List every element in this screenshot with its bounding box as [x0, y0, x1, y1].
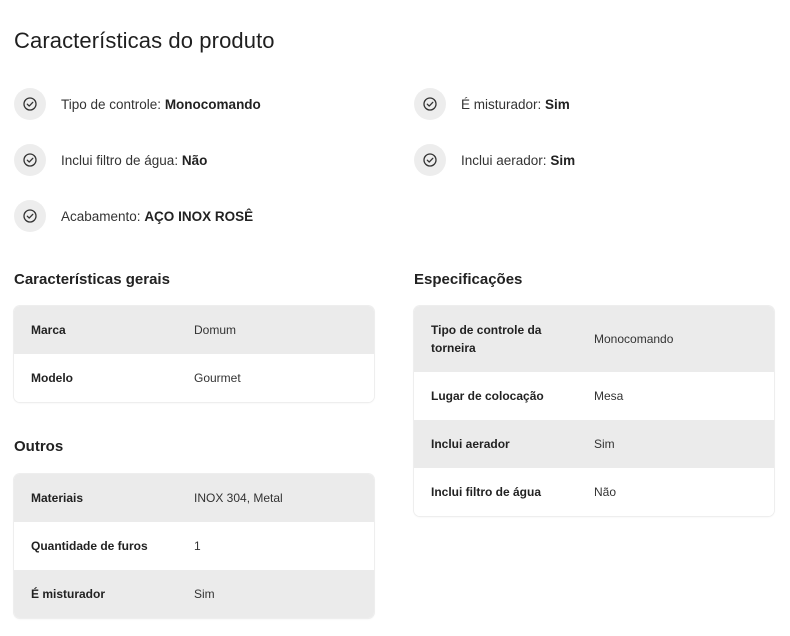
highlight-value: Não [181, 152, 208, 168]
row-key: Inclui aerador [431, 437, 510, 451]
highlight-label: Acabamento: [61, 208, 145, 224]
table-row: Tipo de controle da torneira Monocomando [414, 306, 774, 372]
row-value: Sim [594, 437, 615, 451]
check-circle-icon [414, 144, 446, 176]
check-circle-icon [14, 144, 46, 176]
row-value: Sim [194, 587, 215, 601]
section-title-gerais: Características gerais [14, 271, 170, 288]
highlight-label: É misturador: [461, 96, 546, 112]
specs-table-especificacoes: Tipo de controle da torneira Monocomando… [414, 306, 774, 516]
page-title: Características do produto [14, 28, 275, 53]
highlight-text: É misturador: Sim [461, 97, 570, 112]
highlight-text: Acabamento: AÇO INOX ROSÊ [61, 209, 253, 224]
row-key: É misturador [31, 587, 106, 601]
check-circle-icon [14, 200, 46, 232]
highlight-text: Inclui filtro de água: Não [61, 153, 207, 168]
row-key: Marca [31, 323, 66, 337]
check-circle-icon [414, 88, 446, 120]
row-value: Domum [194, 323, 237, 337]
row-key: Materiais [31, 491, 84, 505]
row-value: Gourmet [194, 371, 241, 385]
highlight-text: Tipo de controle: Monocomando [61, 97, 261, 112]
highlight-item: Inclui aerador: Sim [414, 144, 575, 176]
row-key: Lugar de colocação [431, 389, 544, 403]
highlight-label: Tipo de controle: [61, 96, 165, 112]
row-value: Não [594, 485, 617, 499]
row-key: Modelo [31, 371, 73, 385]
row-key: Quantidade de furos [31, 539, 148, 553]
highlight-label: Inclui filtro de água: [61, 152, 182, 168]
row-value: 1 [194, 539, 201, 553]
specs-table-gerais: Marca Domum Modelo Gourmet [14, 306, 374, 402]
row-key: Tipo de controle da torneira [431, 323, 542, 355]
row-value: Mesa [594, 389, 624, 403]
highlight-value: Sim [545, 96, 570, 112]
table-row: Lugar de colocação Mesa [414, 372, 774, 420]
specs-table-outros: Materiais INOX 304, Metal Quantidade de … [14, 474, 374, 618]
highlight-value: Monocomando [164, 96, 261, 112]
table-row: Inclui aerador Sim [414, 420, 774, 468]
highlight-item: Acabamento: AÇO INOX ROSÊ [14, 200, 253, 232]
section-title-outros: Outros [14, 438, 64, 455]
highlight-item: Tipo de controle: Monocomando [14, 88, 261, 120]
highlight-value: Sim [550, 152, 576, 168]
table-row: Quantidade de furos 1 [14, 522, 374, 570]
row-value: INOX 304, Metal [194, 491, 283, 505]
table-row: Marca Domum [14, 306, 374, 354]
check-circle-icon [14, 88, 46, 120]
table-row: É misturador Sim [14, 570, 374, 618]
table-row: Modelo Gourmet [14, 354, 374, 402]
highlight-label: Inclui aerador: [461, 152, 551, 168]
row-value: Monocomando [594, 332, 674, 346]
table-row: Materiais INOX 304, Metal [14, 474, 374, 522]
highlight-item: É misturador: Sim [414, 88, 570, 120]
section-title-especificacoes: Especificações [414, 271, 523, 288]
highlight-item: Inclui filtro de água: Não [14, 144, 207, 176]
table-row: Inclui filtro de água Não [414, 468, 774, 516]
highlight-value: AÇO INOX ROSÊ [144, 208, 254, 224]
row-key: Inclui filtro de água [431, 485, 542, 499]
highlight-text: Inclui aerador: Sim [461, 153, 575, 168]
